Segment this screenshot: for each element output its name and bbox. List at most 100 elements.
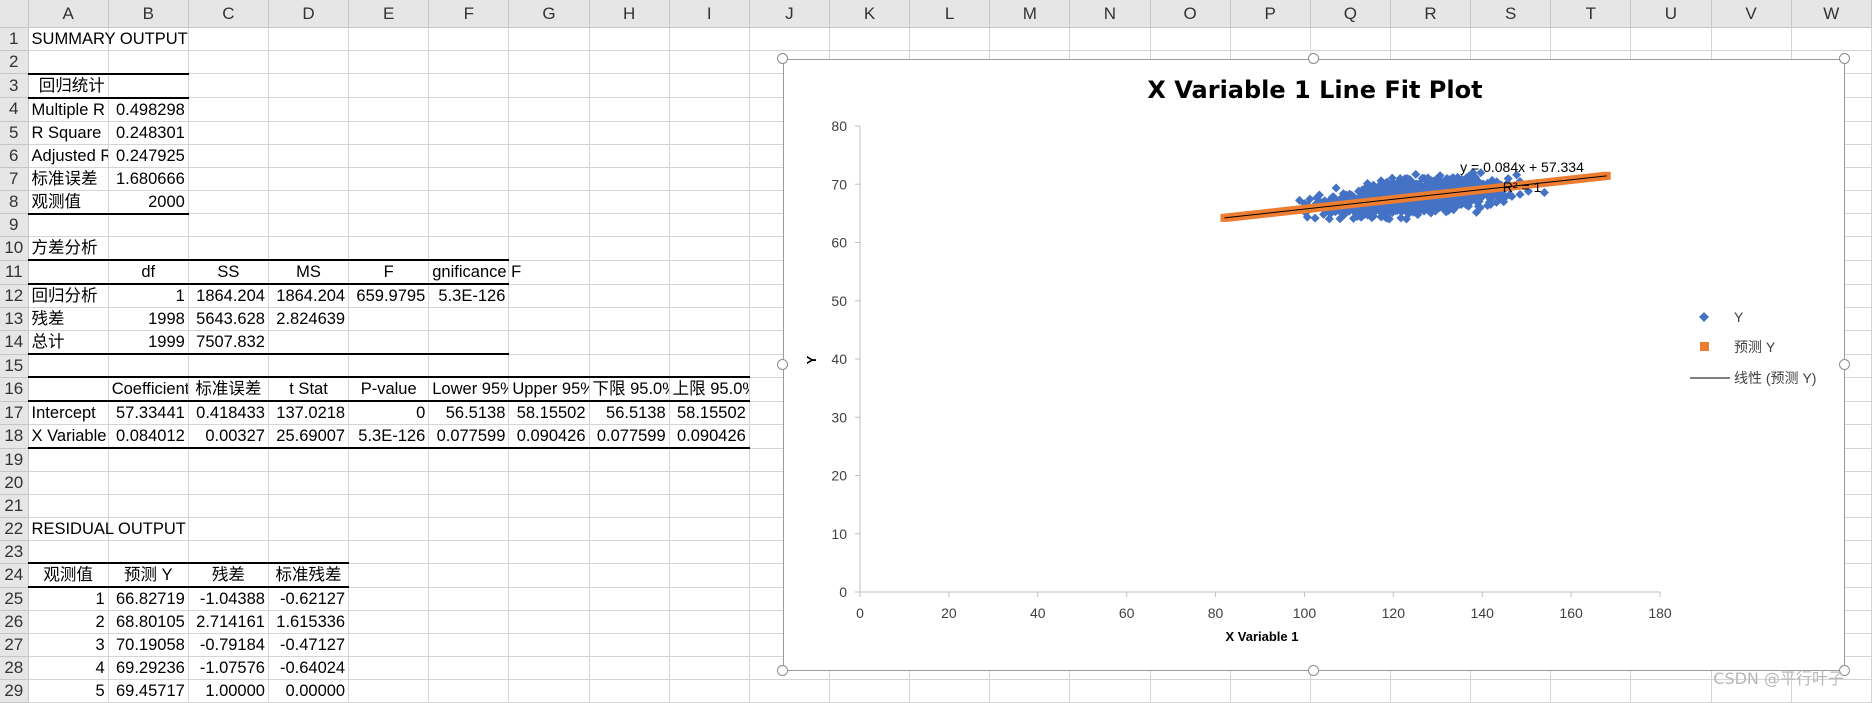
cell-E5[interactable] [348,121,430,145]
cell-E3[interactable] [348,73,430,98]
cell-F3[interactable] [428,73,510,98]
cell-I22[interactable] [669,517,750,541]
cell-G1[interactable] [508,27,590,51]
cell-B2[interactable] [108,50,189,75]
cell-G2[interactable] [508,50,590,74]
cell-J1[interactable] [749,27,830,51]
cell-I1[interactable] [669,27,750,51]
cell-I10[interactable] [669,236,750,261]
cell-C29[interactable]: 1.00000 [188,679,269,703]
cell-I8[interactable] [669,190,750,214]
cell-H23[interactable] [589,540,670,564]
cell-A27[interactable]: 3 [28,633,109,657]
cell-H20[interactable] [589,471,670,495]
cell-G13[interactable] [508,307,590,331]
cell-E19[interactable] [348,448,430,472]
row-header-16[interactable]: 16 [0,377,29,402]
cell-H8[interactable] [589,190,670,214]
cell-C13[interactable]: 5643.628 [188,307,269,331]
cell-C23[interactable] [188,540,269,564]
row-header-25[interactable]: 25 [0,587,29,611]
cell-A29[interactable]: 5 [28,679,109,703]
row-header-22[interactable]: 22 [0,517,29,541]
cell-G3[interactable] [508,73,590,98]
cell-G21[interactable] [508,494,590,518]
cell-B16[interactable]: Coefficient [108,377,189,402]
cell-A28[interactable]: 4 [28,656,109,680]
cell-E22[interactable] [348,517,430,541]
cell-F25[interactable] [428,587,510,611]
column-header-M[interactable]: M [989,0,1071,28]
cell-G4[interactable] [508,97,590,122]
cell-E14[interactable] [348,330,430,355]
cell-F18[interactable]: 0.077599 [428,424,510,449]
cell-D9[interactable] [268,213,350,237]
chart-resize-handle-t[interactable] [1308,53,1319,64]
cell-C17[interactable]: 0.418433 [188,401,269,425]
cell-I13[interactable] [669,307,750,331]
cell-B29[interactable]: 69.45717 [108,679,189,703]
cell-E2[interactable] [348,50,430,74]
cell-C28[interactable]: -1.07576 [188,656,269,680]
row-header-28[interactable]: 28 [0,656,29,680]
cell-E4[interactable] [348,97,430,122]
cell-H1[interactable] [589,27,670,51]
cell-B14[interactable]: 1999 [108,330,189,355]
cell-A6[interactable]: Adjusted R [28,144,109,168]
cell-G28[interactable] [508,656,590,680]
cell-D20[interactable] [268,471,350,495]
cell-D2[interactable] [268,50,350,74]
cell-I23[interactable] [669,540,750,564]
cell-C16[interactable]: 标准误差 [188,377,269,402]
cell-Q1[interactable] [1310,27,1391,51]
cell-B6[interactable]: 0.247925 [108,144,189,168]
cell-H25[interactable] [589,587,670,611]
cell-D17[interactable]: 137.0218 [268,401,350,425]
cell-A11[interactable] [28,260,109,285]
cell-A20[interactable] [28,471,109,495]
cell-R1[interactable] [1390,27,1472,51]
cell-F16[interactable]: Lower 95% [428,377,510,402]
cell-I6[interactable] [669,144,750,168]
row-header-6[interactable]: 6 [0,144,29,168]
cell-C15[interactable] [188,354,269,378]
cell-E28[interactable] [348,656,430,680]
cell-A8[interactable]: 观测值 [28,190,109,215]
cell-F1[interactable] [428,27,510,51]
cell-H16[interactable]: 下限 95.0% [589,377,670,402]
chart-resize-handle-bl[interactable] [777,665,788,676]
column-header-A[interactable]: A [28,0,109,28]
cell-C27[interactable]: -0.79184 [188,633,269,657]
cell-U1[interactable] [1630,27,1712,51]
row-header-11[interactable]: 11 [0,260,29,285]
column-header-W[interactable]: W [1791,0,1872,28]
cell-G26[interactable] [508,610,590,634]
cell-I16[interactable]: 上限 95.0% [669,377,750,402]
cell-C6[interactable] [188,144,269,168]
cell-A5[interactable]: R Square [28,121,109,145]
cell-F6[interactable] [428,144,510,168]
cell-H2[interactable] [589,50,670,74]
cell-D14[interactable] [268,330,350,355]
cell-F15[interactable] [428,354,510,378]
cell-A10[interactable]: 方差分析 [28,236,109,261]
cell-A17[interactable]: Intercept [28,401,109,425]
row-header-29[interactable]: 29 [0,679,29,703]
cell-L29[interactable] [909,679,991,703]
cell-B7[interactable]: 1.680666 [108,167,189,191]
cell-C9[interactable] [188,213,269,237]
cell-D23[interactable] [268,540,350,564]
cell-I27[interactable] [669,633,750,657]
chart-resize-handle-b[interactable] [1308,665,1319,676]
cell-H26[interactable] [589,610,670,634]
cell-D12[interactable]: 1864.204 [268,284,350,308]
chart-resize-handle-tr[interactable] [1839,53,1850,64]
cell-T1[interactable] [1550,27,1632,51]
cell-I19[interactable] [669,448,750,472]
cell-M29[interactable] [989,679,1071,703]
cell-W1[interactable] [1791,27,1872,51]
cell-B19[interactable] [108,448,189,472]
cell-E12[interactable]: 659.9795 [348,284,430,308]
cell-F27[interactable] [428,633,510,657]
cell-G9[interactable] [508,213,590,237]
